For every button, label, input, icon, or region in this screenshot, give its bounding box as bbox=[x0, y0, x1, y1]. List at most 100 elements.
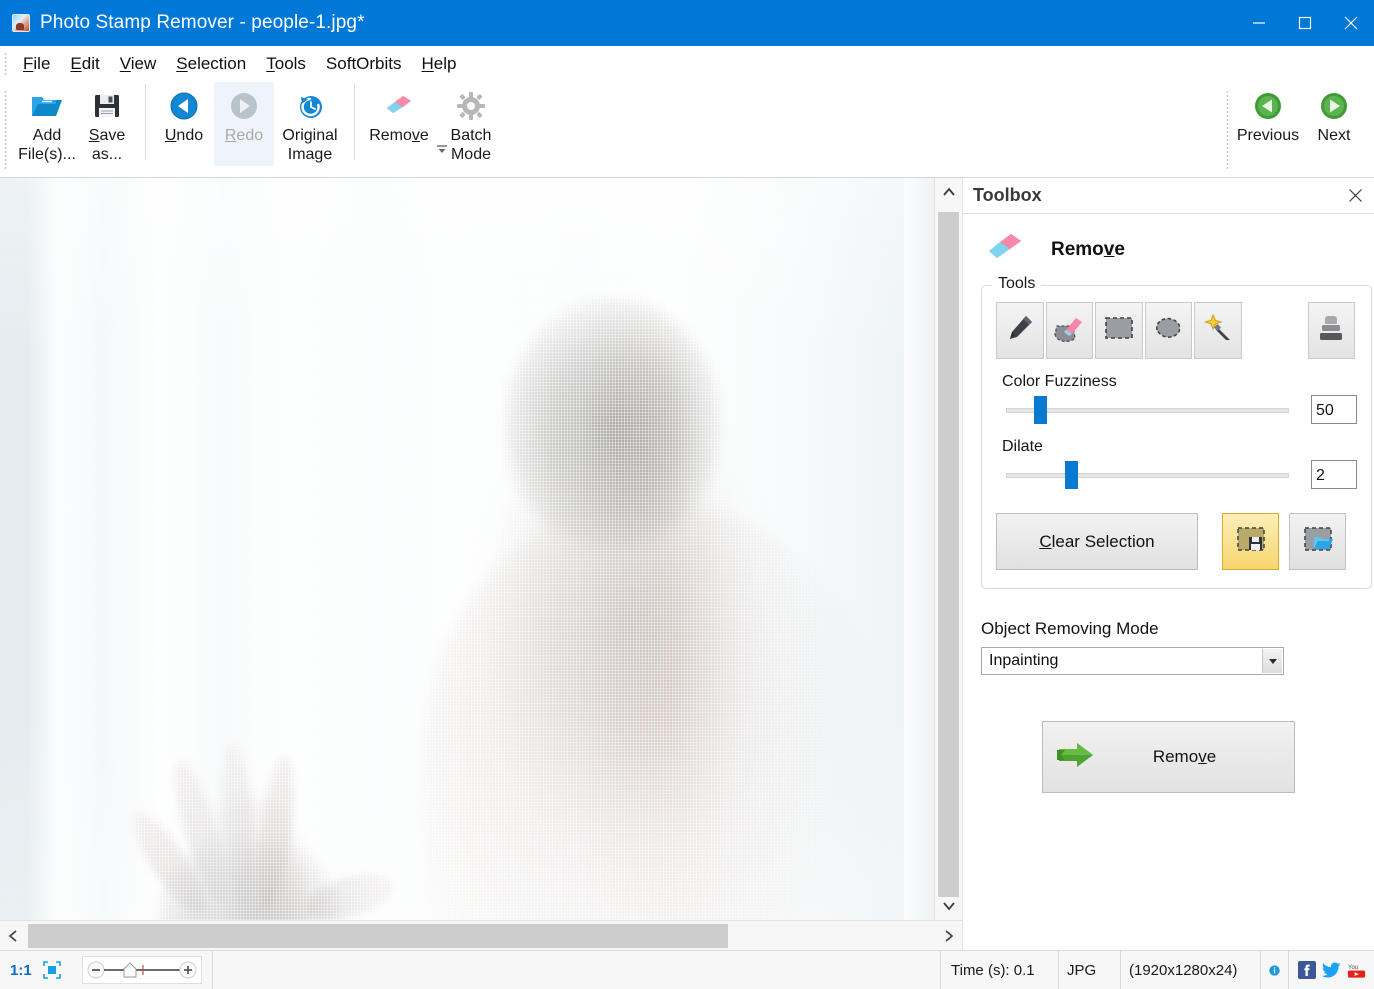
menu-file[interactable]: File bbox=[14, 51, 59, 77]
next-label: Next bbox=[1317, 127, 1351, 144]
clear-selection-label: Clear Selection bbox=[1039, 531, 1155, 551]
save-as-button[interactable]: Save as... bbox=[77, 82, 137, 166]
photo-image bbox=[0, 178, 934, 920]
remove-button[interactable]: Remove bbox=[1042, 721, 1295, 793]
menu-softorbits[interactable]: SoftOrbits bbox=[317, 51, 411, 77]
color-fuzziness-row bbox=[996, 395, 1357, 424]
color-fuzziness-slider[interactable] bbox=[996, 395, 1295, 424]
marker-tool[interactable] bbox=[996, 302, 1044, 359]
zoom-slider-cell bbox=[72, 951, 213, 989]
horizontal-scroll-track[interactable] bbox=[26, 921, 936, 951]
zoom-slider[interactable] bbox=[81, 956, 202, 984]
magic-wand-icon bbox=[1202, 312, 1234, 349]
menu-bar: File Edit View Selection Tools SoftOrbit… bbox=[0, 46, 1374, 82]
status-bar: 1:1 Time (s): 0.1 JPG (1920x1280x24) You bbox=[0, 950, 1374, 989]
vertical-scroll-track[interactable] bbox=[935, 206, 962, 897]
green-right-arrow-icon bbox=[1319, 89, 1349, 123]
tools-row bbox=[996, 302, 1357, 359]
undo-arrow-icon bbox=[169, 89, 199, 123]
stamp-icon bbox=[1316, 312, 1346, 349]
application-window: Photo Stamp Remover - people-1.jpg* File… bbox=[0, 0, 1374, 989]
remove-toolbar-label: Remove bbox=[369, 127, 429, 144]
chevron-left-icon[interactable] bbox=[0, 921, 26, 951]
object-removing-mode-section: Object Removing Mode Inpainting bbox=[963, 589, 1374, 675]
remove-toolbar-button[interactable]: Remove bbox=[363, 82, 435, 166]
social-links: You bbox=[1289, 951, 1374, 989]
menu-selection[interactable]: Selection bbox=[167, 51, 255, 77]
horizontal-scrollbar[interactable] bbox=[0, 920, 962, 950]
undo-button[interactable]: Undo bbox=[154, 82, 214, 166]
lasso-select-tool[interactable] bbox=[1144, 302, 1192, 359]
minimize-button[interactable] bbox=[1236, 0, 1282, 46]
rectangle-select-tool[interactable] bbox=[1095, 302, 1143, 359]
horizontal-scroll-thumb[interactable] bbox=[28, 923, 728, 948]
green-left-arrow-icon bbox=[1253, 89, 1283, 123]
slider-track bbox=[1006, 407, 1289, 413]
status-spacer bbox=[213, 951, 941, 989]
twitter-icon[interactable] bbox=[1322, 961, 1341, 980]
eraser-tool[interactable] bbox=[1045, 302, 1093, 359]
menu-view[interactable]: View bbox=[111, 51, 166, 77]
facebook-icon[interactable] bbox=[1297, 961, 1316, 980]
selection-save-icon bbox=[1235, 525, 1267, 558]
chevron-right-icon[interactable] bbox=[936, 921, 962, 951]
maximize-button[interactable] bbox=[1282, 0, 1328, 46]
zoom-ratio-button[interactable]: 1:1 bbox=[0, 962, 38, 979]
toolbar-nav-grip[interactable] bbox=[1226, 90, 1229, 170]
color-fuzziness-label: Color Fuzziness bbox=[1002, 373, 1117, 390]
toolbar-grip[interactable] bbox=[4, 90, 7, 170]
magic-wand-tool[interactable] bbox=[1194, 302, 1242, 359]
tools-group: Tools Color Fuzziness 50 Dilate 2 Clear … bbox=[981, 275, 1372, 589]
toolbar-separator-2 bbox=[354, 84, 355, 160]
zoom-controls-group: 1:1 bbox=[0, 951, 72, 989]
original-image-button[interactable]: Original Image bbox=[274, 82, 346, 166]
color-fuzziness-value[interactable] bbox=[1311, 395, 1357, 424]
object-removing-mode-label: Object Removing Mode bbox=[981, 619, 1159, 638]
selection-load-icon bbox=[1302, 525, 1334, 558]
vertical-scrollbar[interactable] bbox=[934, 178, 962, 920]
toolbar-group-navigation: Previous Next bbox=[1226, 82, 1374, 170]
original-image-label: Original Image bbox=[282, 127, 338, 163]
redo-button[interactable]: Redo bbox=[214, 82, 274, 166]
toolbar-group-file: Add File(s)... Save as... bbox=[14, 82, 140, 166]
svg-text:You: You bbox=[1348, 964, 1359, 971]
close-button[interactable] bbox=[1328, 0, 1374, 46]
menu-help[interactable]: Help bbox=[413, 51, 466, 77]
dilate-slider[interactable] bbox=[996, 460, 1295, 489]
menu-edit[interactable]: Edit bbox=[61, 51, 108, 77]
clear-selection-button[interactable]: Clear Selection bbox=[996, 513, 1198, 570]
toolbar-overflow-chevron[interactable] bbox=[435, 142, 449, 156]
chevron-up-icon[interactable] bbox=[935, 178, 962, 206]
next-button[interactable]: Next bbox=[1304, 82, 1364, 166]
menu-bar-grip[interactable] bbox=[4, 52, 7, 76]
slider-thumb[interactable] bbox=[1034, 395, 1047, 424]
redo-arrow-icon bbox=[229, 89, 259, 123]
toolbox-body: Remove Tools Color Fuzziness 50 Dilate 2… bbox=[963, 214, 1374, 950]
menu-tools[interactable]: Tools bbox=[257, 51, 315, 77]
object-removing-mode-select[interactable]: Inpainting bbox=[981, 647, 1284, 675]
previous-button[interactable]: Previous bbox=[1232, 82, 1304, 166]
fit-to-window-icon[interactable] bbox=[38, 960, 72, 980]
youtube-icon[interactable]: You bbox=[1347, 961, 1366, 980]
save-as-label: Save as... bbox=[88, 127, 126, 163]
green-arrow-icon bbox=[1055, 738, 1099, 777]
dilate-value[interactable] bbox=[1311, 460, 1357, 489]
add-files-button[interactable]: Add File(s)... bbox=[17, 82, 77, 166]
load-selection-button[interactable] bbox=[1289, 513, 1346, 570]
save-selection-button[interactable] bbox=[1222, 513, 1279, 570]
chevron-down-icon[interactable] bbox=[1262, 649, 1282, 673]
vertical-scroll-thumb[interactable] bbox=[938, 212, 959, 897]
floppy-disk-icon bbox=[92, 89, 122, 123]
remove-button-label: Remove bbox=[1152, 747, 1217, 766]
toolbox-title: Toolbox bbox=[973, 185, 1042, 205]
title-bar: Photo Stamp Remover - people-1.jpg* bbox=[0, 0, 1374, 46]
batch-mode-label: Batch Mode bbox=[450, 127, 492, 163]
clone-stamp-tool[interactable] bbox=[1307, 302, 1355, 359]
canvas-row bbox=[0, 178, 962, 920]
info-icon[interactable] bbox=[1261, 951, 1289, 989]
image-canvas[interactable] bbox=[0, 178, 934, 920]
slider-thumb[interactable] bbox=[1065, 460, 1078, 489]
selection-actions-row: Clear Selection bbox=[996, 513, 1357, 570]
add-files-label: Add File(s)... bbox=[18, 127, 76, 163]
close-icon[interactable] bbox=[1344, 185, 1366, 207]
